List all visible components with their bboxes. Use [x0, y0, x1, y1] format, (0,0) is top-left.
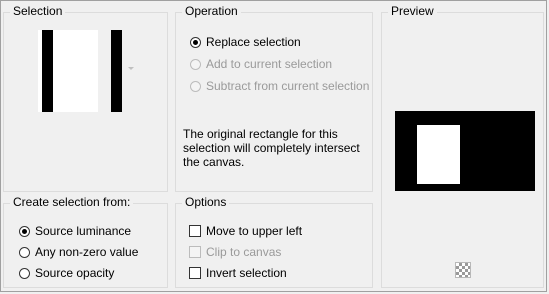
radio-label: Add to current selection — [206, 57, 333, 71]
options-group-title: Options — [182, 195, 230, 209]
selection-thumbnail[interactable] — [38, 30, 122, 112]
checkbox-move-to-upper-left[interactable]: Move to upper left — [189, 224, 302, 238]
operation-group: Operation Replace selection Add to curre… — [175, 4, 373, 192]
options-group: Options Move to upper left Clip to canva… — [175, 195, 373, 288]
radio-button — [190, 58, 201, 70]
radio-button[interactable] — [190, 36, 201, 48]
radio-label: Source opacity — [35, 266, 115, 280]
checkbox-clip-to-canvas: Clip to canvas — [189, 245, 281, 259]
radio-replace-selection[interactable]: Replace selection — [190, 35, 301, 49]
radio-subtract-from-selection: Subtract from current selection — [190, 79, 369, 93]
radio-add-to-selection: Add to current selection — [190, 57, 332, 71]
radio-button[interactable] — [19, 246, 30, 258]
radio-source-luminance[interactable]: Source luminance — [19, 224, 131, 238]
checkerboard-icon[interactable] — [455, 262, 471, 278]
checkbox-invert-selection[interactable]: Invert selection — [189, 266, 287, 280]
thumbnail-left-bar — [42, 30, 53, 112]
checkbox-label: Move to upper left — [206, 224, 303, 238]
checkbox[interactable] — [189, 225, 201, 237]
radio-label: Subtract from current selection — [206, 79, 370, 93]
info-line-3: the canvas. — [183, 155, 245, 169]
preview-selection-rect — [417, 125, 460, 184]
radio-label: Source luminance — [35, 224, 132, 238]
radio-source-opacity[interactable]: Source opacity — [19, 266, 114, 280]
preview-group: Preview — [381, 4, 544, 288]
radio-button[interactable] — [19, 267, 30, 279]
selection-group: Selection — [3, 4, 168, 192]
checkbox — [189, 246, 201, 258]
radio-label: Replace selection — [206, 35, 301, 49]
radio-button — [190, 80, 201, 92]
preview-canvas — [395, 111, 535, 191]
create-from-group: Create selection from: Source luminance … — [3, 195, 168, 288]
chevron-down-icon[interactable] — [128, 67, 134, 70]
checkbox[interactable] — [189, 267, 201, 279]
create-from-group-title: Create selection from: — [10, 195, 134, 209]
operation-info-text: The original rectangle for this selectio… — [183, 127, 360, 169]
checkbox-label: Invert selection — [206, 266, 287, 280]
checkbox-label: Clip to canvas — [206, 245, 282, 259]
info-line-2: selection will completely intersect — [183, 141, 360, 155]
preview-group-title: Preview — [388, 4, 437, 18]
selection-group-title: Selection — [10, 4, 66, 18]
thumbnail-right-bar — [111, 30, 122, 112]
radio-any-non-zero-value[interactable]: Any non-zero value — [19, 245, 138, 259]
operation-group-title: Operation — [182, 4, 241, 18]
info-line-1: The original rectangle for this — [183, 127, 338, 141]
radio-button[interactable] — [19, 225, 30, 237]
radio-label: Any non-zero value — [35, 245, 139, 259]
